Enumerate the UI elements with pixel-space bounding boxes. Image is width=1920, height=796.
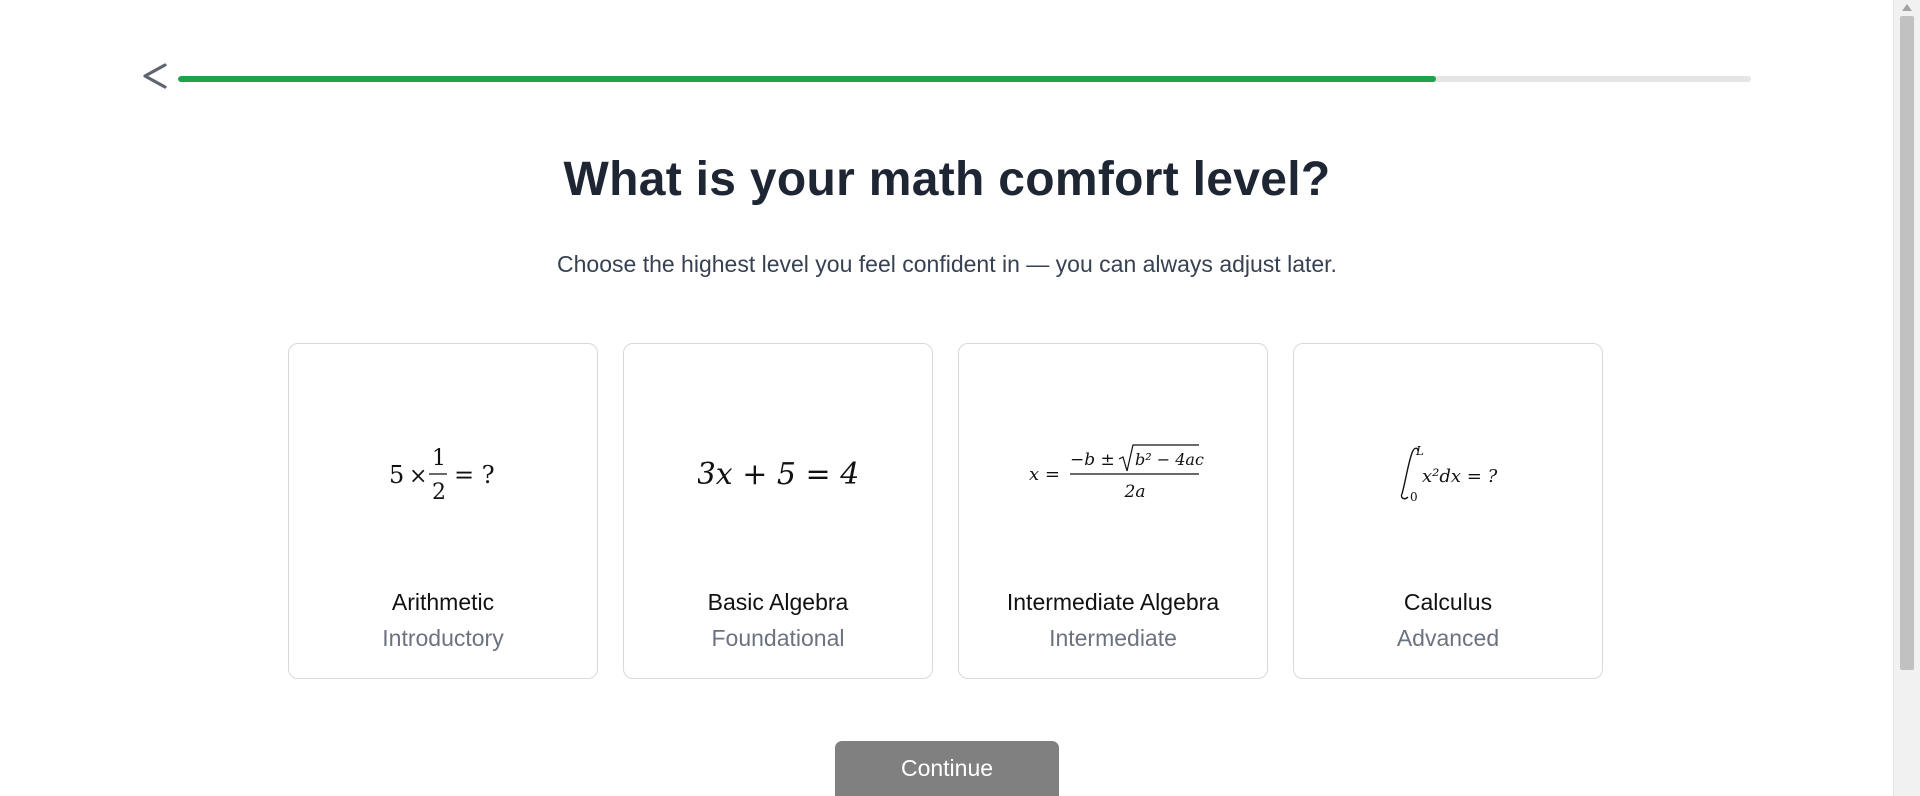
option-level: Introductory [382, 625, 504, 651]
progress-fill [178, 76, 1437, 82]
svg-text:L: L [1415, 444, 1424, 458]
scrollbar-thumb[interactable] [1900, 16, 1914, 670]
option-card-arithmetic[interactable]: 5 × 1 2 = ? Arithmetic Introductory [288, 343, 598, 679]
option-card-basic-algebra[interactable]: 3x + 5 = 4 Basic Algebra Foundational [623, 343, 933, 679]
svg-text:5: 5 [389, 461, 404, 489]
option-name: Intermediate Algebra [1006, 589, 1220, 615]
level-options: 5 × 1 2 = ? Arithmetic Introductory 3x +… [288, 343, 1603, 679]
svg-text:b² − 4ac: b² − 4ac [1135, 450, 1204, 469]
svg-text:2: 2 [432, 480, 446, 505]
option-name: Calculus [1403, 589, 1493, 615]
svg-text:= ?: = ? [454, 461, 495, 489]
svg-text:×: × [409, 464, 427, 489]
calculus-formula: L 0 x²dx = ? [1294, 414, 1602, 534]
page-scrollbar[interactable] [1893, 0, 1920, 796]
chevron-left-icon [143, 63, 167, 89]
page-subtitle: Choose the highest level you feel confid… [557, 251, 1337, 277]
svg-text:0: 0 [1410, 490, 1418, 504]
svg-text:x²dx = ?: x²dx = ? [1422, 466, 1498, 487]
svg-text:x =: x = [1029, 464, 1060, 485]
option-level: Foundational [711, 625, 845, 651]
option-level: Intermediate [1049, 625, 1177, 651]
progress-bar [178, 76, 1751, 82]
option-level: Advanced [1396, 625, 1500, 651]
option-card-intermediate-algebra[interactable]: x = −b ± b² − 4ac 2a Intermediate Algebr… [958, 343, 1268, 679]
option-name: Arithmetic [391, 589, 495, 615]
intermediate-algebra-formula: x = −b ± b² − 4ac 2a [959, 414, 1267, 534]
arithmetic-formula: 5 × 1 2 = ? [289, 414, 597, 534]
option-card-calculus[interactable]: L 0 x²dx = ? Calculus Advanced [1293, 343, 1603, 679]
scroll-up-icon[interactable] [1902, 4, 1912, 11]
basic-algebra-formula: 3x + 5 = 4 [624, 414, 932, 534]
svg-text:2a: 2a [1124, 482, 1146, 502]
onboarding-screen: What is your math comfort level? Choose … [0, 0, 1920, 796]
continue-button[interactable]: Continue [835, 741, 1059, 796]
back-button[interactable] [138, 56, 172, 96]
page-title: What is your math comfort level? [563, 153, 1331, 206]
option-name: Basic Algebra [707, 589, 849, 615]
svg-text:3x + 5 = 4: 3x + 5 = 4 [698, 457, 858, 492]
svg-text:1: 1 [432, 446, 446, 471]
svg-text:−b ±: −b ± [1070, 450, 1115, 470]
